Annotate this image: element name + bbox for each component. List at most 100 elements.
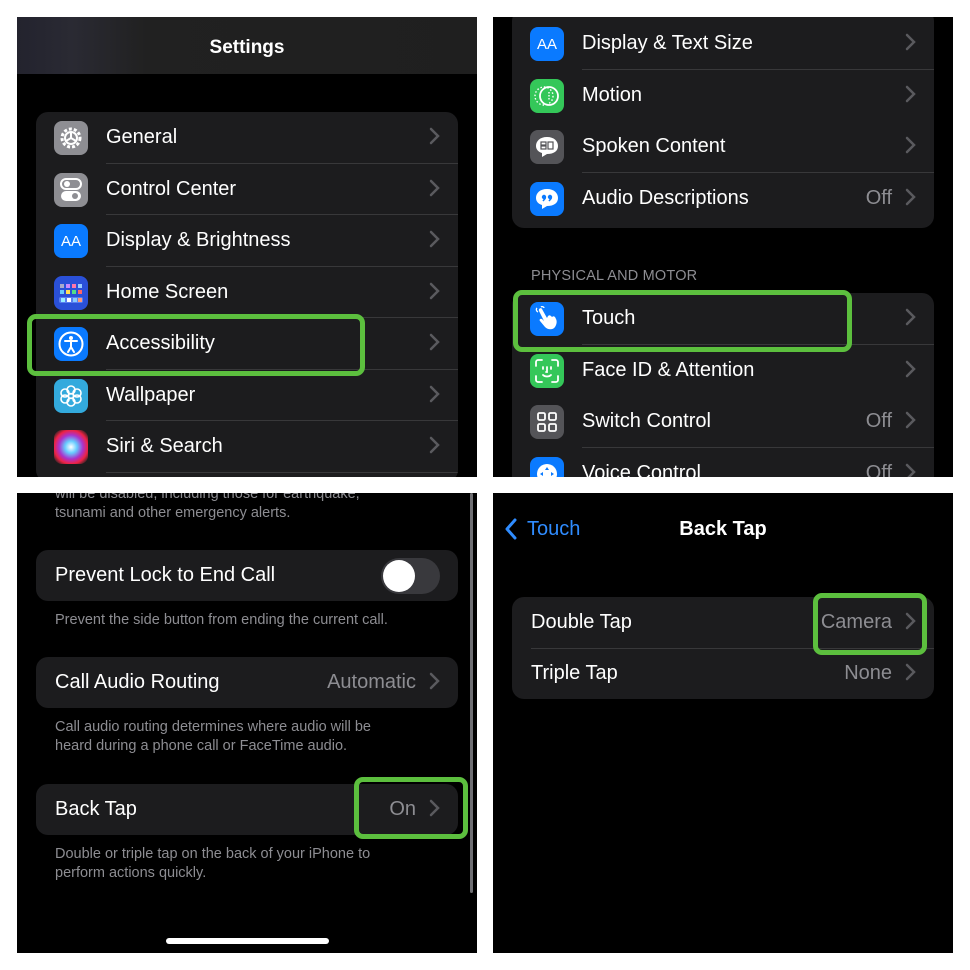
chevron-right-icon	[429, 799, 440, 817]
chevron-right-icon	[429, 282, 440, 299]
app-grid-icon	[54, 275, 88, 310]
settings-item-control-center[interactable]: Control Center	[36, 164, 458, 215]
accessibility-item-label: Audio Descriptions	[582, 186, 749, 209]
double-tap-row[interactable]: Double Tap Camera	[512, 597, 934, 649]
prevent-lock-toggle[interactable]	[381, 558, 440, 594]
page-title: Back Tap	[679, 518, 767, 540]
physical-motor-list: Touch Face ID & Attention Switch Control…	[512, 293, 934, 477]
chevron-right-icon	[429, 127, 440, 145]
settings-item-label: General	[106, 126, 178, 148]
accessibility-item-label: Touch	[582, 307, 636, 329]
chevron-right-icon	[429, 385, 440, 402]
call-audio-routing-label: Call Audio Routing	[55, 671, 220, 693]
back-tap-group: Back Tap On	[36, 784, 458, 835]
accessibility-item-label: Motion	[582, 83, 643, 106]
text-size-icon: AA	[54, 224, 88, 258]
chevron-right-icon	[905, 33, 916, 51]
motion-icon	[530, 78, 564, 113]
settings-screen: Settings General Control Center AA Displ…	[17, 17, 477, 477]
gear-icon	[54, 121, 88, 155]
prevent-lock-label: Prevent Lock to End Call	[55, 564, 276, 586]
text-size-icon: AA	[530, 27, 564, 61]
section-header-physical-motor: PHYSICAL AND MOTOR	[531, 268, 698, 284]
settings-item-accessibility[interactable]: Accessibility	[36, 318, 458, 370]
voice-control-icon	[530, 456, 564, 477]
chevron-right-icon	[429, 179, 440, 196]
call-audio-group: Call Audio Routing Automatic	[36, 657, 458, 708]
accessibility-item-face-id-attention[interactable]: Face ID & Attention	[512, 345, 934, 397]
flower-icon	[54, 378, 88, 413]
accessibility-item-label: Switch Control	[582, 410, 711, 432]
grid-squares-icon	[530, 405, 564, 439]
vision-list: AA Display & Text Size Motion Spoken Con…	[512, 17, 934, 228]
accessibility-item-value: Off	[865, 186, 892, 209]
back-tap-value: On	[389, 798, 416, 820]
settings-item-home-screen[interactable]: Home Screen	[36, 267, 458, 318]
settings-item-label: Display & Brightness	[106, 229, 291, 251]
accessibility-icon	[54, 327, 88, 361]
emergency-alerts-footnote: will be disabled, including those for ea…	[55, 493, 360, 521]
chevron-right-icon	[905, 663, 916, 681]
call-audio-routing-value: Automatic	[327, 671, 416, 693]
settings-item-display-brightness[interactable]: AA Display & Brightness	[36, 215, 458, 267]
settings-list: General Control Center AA Display & Brig…	[36, 112, 458, 477]
chevron-right-icon	[905, 188, 916, 205]
settings-item-label: Accessibility	[106, 332, 215, 354]
touch-screen: will be disabled, including those for ea…	[17, 493, 477, 953]
back-tap-options-list: Double Tap Camera Triple Tap None	[512, 597, 934, 699]
toggle-knob	[383, 560, 415, 592]
face-id-icon	[530, 353, 564, 388]
accessibility-item-motion[interactable]: Motion	[512, 70, 934, 122]
settings-item-label: Siri & Search	[106, 435, 223, 457]
prevent-lock-group: Prevent Lock to End Call	[36, 550, 458, 601]
accessibility-item-label: Display & Text Size	[582, 32, 753, 54]
settings-item-general[interactable]: General	[36, 112, 458, 164]
chevron-right-icon	[905, 308, 916, 326]
accessibility-item-display-text-size[interactable]: AA Display & Text Size	[512, 18, 934, 70]
back-tap-screen: Touch Back Tap Double Tap Camera Triple …	[493, 493, 953, 953]
page-title: Settings	[209, 37, 285, 58]
chevron-right-icon	[905, 612, 916, 630]
double-tap-label: Double Tap	[531, 611, 632, 633]
accessibility-item-switch-control[interactable]: Switch Control Off	[512, 396, 934, 448]
settings-item-label: Wallpaper	[106, 383, 196, 406]
chevron-right-icon	[905, 411, 916, 429]
chevron-right-icon	[905, 463, 916, 477]
accessibility-item-audio-descriptions[interactable]: Audio Descriptions Off	[512, 173, 934, 225]
accessibility-item-touch[interactable]: Touch	[512, 293, 934, 345]
accessibility-item-label: Voice Control	[582, 461, 701, 478]
back-tap-footnote: Double or triple tap on the back of your…	[55, 846, 371, 881]
speech-bubble-icon	[530, 130, 564, 164]
hand-pointer-icon	[530, 302, 564, 336]
switches-icon	[54, 172, 88, 207]
home-indicator	[166, 938, 329, 944]
chevron-right-icon	[905, 360, 916, 377]
settings-item-label: Home Screen	[106, 280, 229, 303]
nav-bar: Settings	[17, 17, 477, 74]
double-tap-value: Camera	[820, 611, 892, 633]
scrollbar[interactable]	[470, 493, 473, 893]
chevron-right-icon	[905, 85, 916, 102]
chevron-right-icon	[429, 672, 440, 690]
accessibility-item-value: Off	[865, 461, 892, 478]
triple-tap-row[interactable]: Triple Tap None	[512, 648, 934, 699]
settings-item-siri-search[interactable]: Siri & Search	[36, 421, 458, 473]
settings-item-wallpaper[interactable]: Wallpaper	[36, 370, 458, 421]
accessibility-item-voice-control[interactable]: Voice Control Off	[512, 448, 934, 478]
settings-item-label: Control Center	[106, 177, 237, 200]
quote-bubble-icon	[530, 181, 564, 216]
chevron-right-icon	[905, 136, 916, 154]
siri-icon	[54, 430, 88, 464]
prevent-lock-footnote: Prevent the side button from ending the …	[55, 612, 388, 628]
accessibility-item-value: Off	[865, 410, 892, 432]
back-tap-row[interactable]: Back Tap On	[36, 784, 458, 835]
accessibility-item-spoken-content[interactable]: Spoken Content	[512, 121, 934, 173]
back-tap-label: Back Tap	[55, 798, 137, 820]
call-audio-routing-row[interactable]: Call Audio Routing Automatic	[36, 657, 458, 708]
accessibility-item-label: Face ID & Attention	[582, 358, 755, 381]
call-audio-footnote: Call audio routing determines where audi…	[55, 719, 371, 754]
accessibility-item-label: Spoken Content	[582, 135, 726, 157]
chevron-right-icon	[429, 230, 440, 248]
chevron-right-icon	[429, 333, 440, 351]
triple-tap-label: Triple Tap	[531, 662, 618, 684]
